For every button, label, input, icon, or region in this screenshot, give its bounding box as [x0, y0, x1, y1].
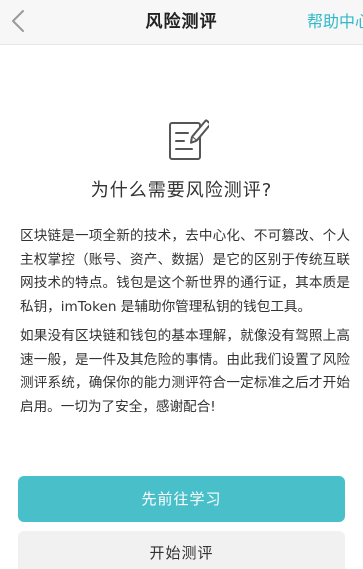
- intro-paragraph: 区块链是一项全新的技术，去中心化、不可篡改、个人主权掌控（账号、资产、数据）是它…: [20, 228, 350, 315]
- section-heading: 为什么需要风险测评?: [90, 180, 273, 201]
- help-center-link[interactable]: 帮助中心: [307, 0, 363, 44]
- edit-document-icon: [167, 118, 209, 162]
- go-learn-button[interactable]: 先前往学习: [18, 476, 345, 522]
- navigation-bar: 风险测评 帮助中心: [0, 0, 363, 45]
- warning-paragraph: 如果没有区块链和钱包的基本理解，就像没有驾照上高速一般，是一件及其危险的事情。由…: [20, 328, 350, 415]
- start-assessment-button[interactable]: 开始测评: [18, 531, 345, 569]
- risk-assessment-screen: 风险测评 帮助中心 为什么需要风险测评? 区块链是一项全新的技术，去中心化、不可…: [0, 0, 363, 569]
